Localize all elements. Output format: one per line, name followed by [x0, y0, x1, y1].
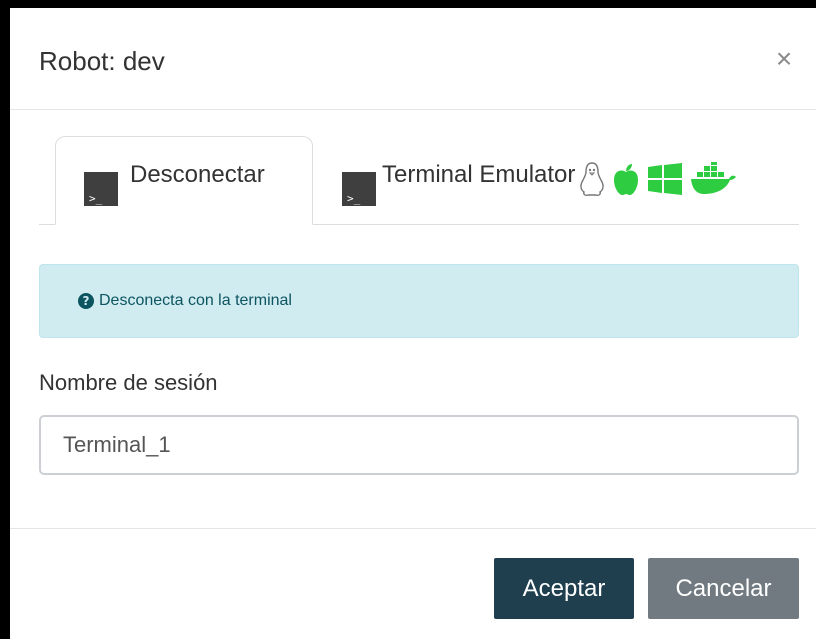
close-button[interactable]: × — [772, 44, 796, 74]
linux-icon — [580, 161, 605, 196]
modal-footer: Aceptar Cancelar — [10, 528, 816, 639]
terminal-icon — [342, 171, 376, 206]
cancel-button[interactable]: Cancelar — [648, 558, 799, 619]
tab-label: Terminal Emulator — [382, 160, 576, 188]
question-circle-icon: ? — [78, 293, 94, 309]
tab-terminal-emulator[interactable]: Terminal Emulator — [314, 136, 804, 225]
session-name-input[interactable] — [39, 415, 799, 475]
tab-label: Desconectar — [130, 160, 265, 188]
alert-text: Desconecta con la terminal — [99, 292, 292, 309]
terminal-icon — [84, 171, 118, 206]
modal-title: Robot: dev — [39, 46, 165, 76]
windows-icon — [648, 162, 683, 195]
os-icons — [579, 161, 743, 197]
accept-button[interactable]: Aceptar — [494, 558, 634, 619]
info-alert: ? Desconecta con la terminal — [39, 264, 799, 338]
robot-modal: Robot: dev × Desconectar Terminal Emulat… — [10, 8, 816, 639]
session-name-label: Nombre de sesión — [39, 370, 218, 395]
modal-header: Robot: dev × — [10, 8, 816, 110]
docker-icon — [691, 161, 737, 194]
tab-bar: Desconectar Terminal Emulator — [39, 136, 799, 225]
tab-desconectar[interactable]: Desconectar — [55, 136, 313, 225]
apple-icon — [614, 163, 639, 195]
